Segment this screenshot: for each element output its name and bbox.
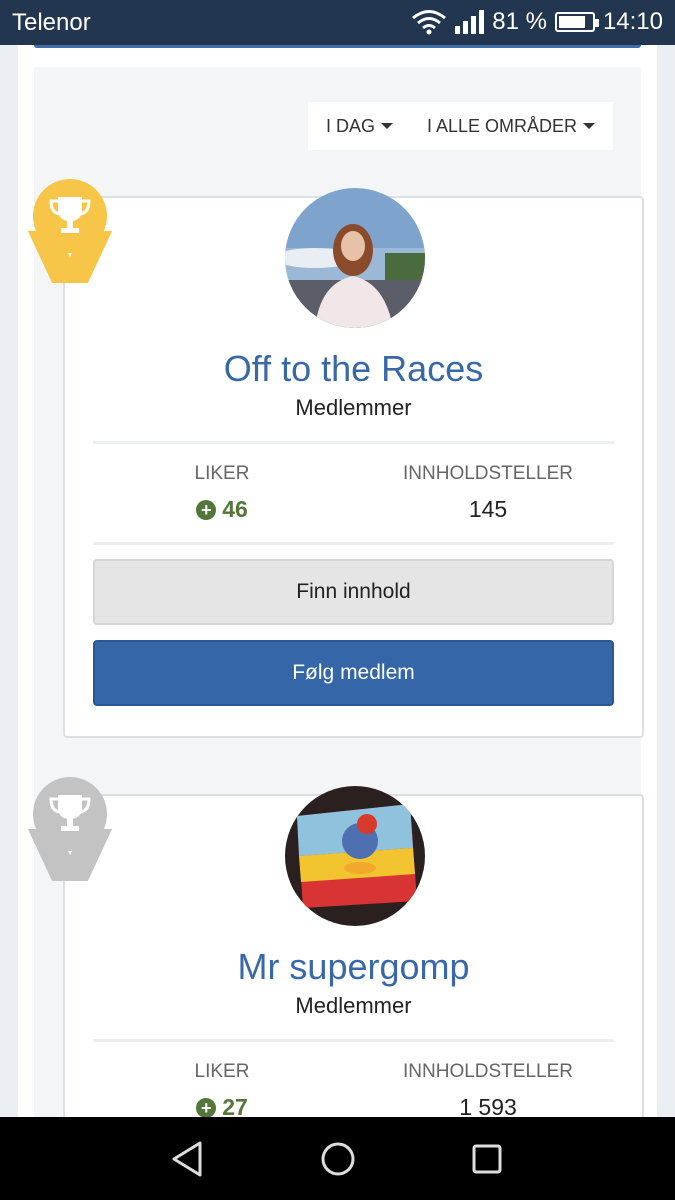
wifi-icon xyxy=(412,10,447,35)
period-filter-label: I DAG xyxy=(325,115,375,136)
find-content-button[interactable]: Finn innhold xyxy=(93,559,614,625)
page: I DAG I ALLE OMRÅDER Off to the Races Me… xyxy=(18,45,657,1117)
avatar[interactable] xyxy=(285,188,425,328)
avatar[interactable] xyxy=(285,786,425,926)
caret-down-icon xyxy=(380,123,393,129)
follow-member-button[interactable]: Følg medlem xyxy=(93,640,614,706)
plus-circle-icon: + xyxy=(196,499,217,520)
content-count-label: INNHOLDSTELLER xyxy=(403,1061,573,1082)
plus-circle-icon: + xyxy=(196,1097,217,1117)
signal-icon xyxy=(455,10,485,34)
trophy-icon xyxy=(49,197,91,233)
member-name[interactable]: Off to the Races xyxy=(65,348,642,390)
clock: 14:10 xyxy=(602,8,663,35)
home-circle-icon[interactable] xyxy=(318,1139,358,1179)
content-count-value: 1 593 xyxy=(459,1094,517,1117)
content-count-label: INNHOLDSTELLER xyxy=(403,463,573,484)
divider xyxy=(93,441,614,444)
leaderboard-panel: I DAG I ALLE OMRÅDER Off to the Races Me… xyxy=(27,67,644,1117)
battery-icon xyxy=(554,12,599,32)
trophy-icon xyxy=(49,795,91,831)
gold-rank-badge xyxy=(27,179,113,289)
silver-rank-badge xyxy=(27,777,113,887)
back-triangle-icon[interactable] xyxy=(168,1139,208,1179)
likes-label: LIKER xyxy=(194,463,250,484)
caret-down-icon xyxy=(583,123,595,129)
filter-bar: I DAG I ALLE OMRÅDER xyxy=(307,102,613,150)
area-filter-label: I ALLE OMRÅDER xyxy=(426,115,577,136)
member-card: Mr supergomp Medlemmer LIKER + 27 INNHOL… xyxy=(63,786,644,1117)
carrier-name: Telenor xyxy=(12,9,91,36)
area-filter[interactable]: I ALLE OMRÅDER xyxy=(427,116,595,137)
content-count-value: 145 xyxy=(468,496,508,522)
member-name[interactable]: Mr supergomp xyxy=(65,946,642,988)
likes-value: + 27 xyxy=(112,1094,332,1117)
recent-square-icon[interactable] xyxy=(467,1139,507,1179)
likes-value: + 46 xyxy=(112,496,332,523)
divider xyxy=(93,1039,614,1042)
member-card: Off to the Races Medlemmer LIKER + 46 IN… xyxy=(63,188,644,738)
member-group: Medlemmer xyxy=(295,395,412,420)
battery-percent: 81 % xyxy=(492,8,547,35)
member-group: Medlemmer xyxy=(295,993,412,1018)
header-divider xyxy=(34,45,641,48)
navigation-bar xyxy=(0,1117,675,1200)
divider xyxy=(93,542,614,545)
status-bar: Telenor 81 % 14:10 xyxy=(0,0,675,45)
period-filter[interactable]: I DAG xyxy=(326,116,393,137)
likes-label: LIKER xyxy=(194,1061,250,1082)
